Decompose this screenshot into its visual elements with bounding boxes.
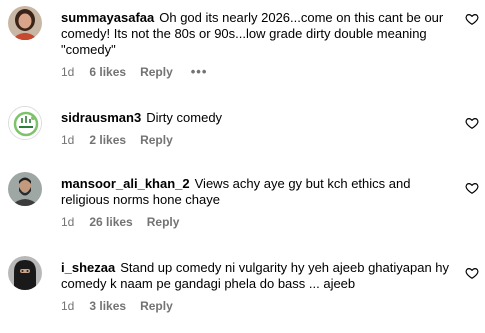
- comment-meta: 1d 2 likes Reply: [61, 133, 456, 147]
- comment-meta: 1d 6 likes Reply •••: [61, 65, 456, 80]
- comment-username[interactable]: i_shezaa: [61, 260, 115, 275]
- comment-time[interactable]: 1d: [61, 133, 74, 147]
- avatar[interactable]: [8, 6, 42, 40]
- reply-button[interactable]: Reply: [147, 215, 180, 229]
- reply-button[interactable]: Reply: [140, 299, 173, 313]
- heart-icon[interactable]: [465, 266, 479, 280]
- comment-text: sidrausman3 Dirty comedy: [61, 110, 456, 126]
- comment-time[interactable]: 1d: [61, 215, 74, 229]
- more-options-icon[interactable]: •••: [191, 65, 208, 79]
- comment-username[interactable]: mansoor_ali_khan_2: [61, 176, 190, 191]
- comment-likes[interactable]: 26 likes: [89, 215, 132, 229]
- comment-likes[interactable]: 6 likes: [89, 65, 126, 79]
- heart-icon[interactable]: [465, 181, 479, 195]
- comment-text: mansoor_ali_khan_2 Views achy aye gy but …: [61, 176, 456, 208]
- comment-meta: 1d 3 likes Reply: [61, 299, 456, 313]
- avatar[interactable]: [8, 106, 42, 140]
- comment-likes[interactable]: 3 likes: [89, 299, 126, 313]
- reply-button[interactable]: Reply: [140, 65, 173, 79]
- comment-time[interactable]: 1d: [61, 299, 74, 313]
- heart-icon[interactable]: [465, 116, 479, 130]
- reply-button[interactable]: Reply: [140, 133, 173, 147]
- comment-body: Stand up comedy ni vulgarity hy yeh ajee…: [61, 260, 450, 291]
- bearded-man-icon: [8, 172, 42, 206]
- comment-text: i_shezaa Stand up comedy ni vulgarity hy …: [61, 260, 456, 292]
- comment-username[interactable]: sidrausman3: [61, 110, 141, 125]
- heart-icon[interactable]: [465, 12, 479, 26]
- comment-body: Dirty comedy: [146, 110, 223, 125]
- avatar[interactable]: [8, 256, 42, 290]
- comment-username[interactable]: summayasafaa: [61, 10, 154, 25]
- comment-likes[interactable]: 2 likes: [89, 133, 126, 147]
- woman-portrait-icon: [8, 6, 42, 40]
- comment-text: summayasafaa Oh god its nearly 2026...com…: [61, 10, 456, 58]
- green-logo-icon: [9, 107, 41, 139]
- avatar[interactable]: [8, 172, 42, 206]
- comment-meta: 1d 26 likes Reply: [61, 215, 456, 229]
- comment-time[interactable]: 1d: [61, 65, 74, 79]
- hooded-woman-icon: [8, 256, 42, 290]
